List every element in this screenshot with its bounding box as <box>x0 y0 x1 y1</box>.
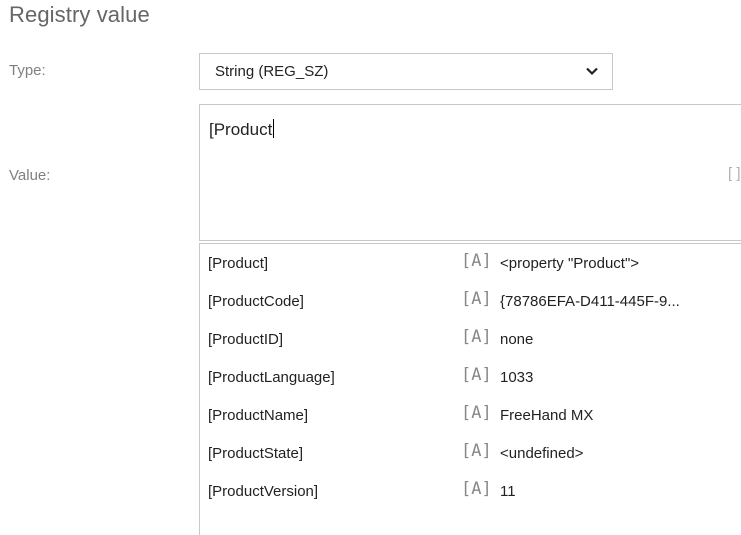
property-value: FreeHand MX <box>500 407 594 424</box>
list-item[interactable]: [ProductState] [A] <undefined> <box>200 434 741 472</box>
property-name: [ProductID] <box>208 331 284 348</box>
list-item[interactable]: [ProductID] [A] none <box>200 320 741 358</box>
list-item[interactable]: [ProductCode] [A] {78786EFA-D411-445F-9.… <box>200 282 741 320</box>
property-value: 1033 <box>500 369 534 386</box>
property-name: [Product] <box>208 255 269 272</box>
property-type-tag: [A] <box>461 479 492 499</box>
property-value: 11 <box>500 483 516 500</box>
type-select-value: String (REG_SZ) <box>215 63 329 80</box>
autocomplete-list: [Product] [A] <property "Product"> [Prod… <box>199 243 741 535</box>
property-name: [ProductCode] <box>208 293 304 310</box>
browse-property-button[interactable]: [ ] <box>728 165 741 182</box>
property-value: none <box>500 331 534 348</box>
value-input-content: [Product <box>209 120 273 139</box>
list-item[interactable]: [ProductLanguage] [A] 1033 <box>200 358 741 396</box>
property-name: [ProductVersion] <box>208 483 319 500</box>
property-name: [ProductState] <box>208 445 304 462</box>
property-name: [ProductName] <box>208 407 309 424</box>
type-label: Type: <box>9 62 46 79</box>
chevron-down-icon <box>586 67 598 76</box>
value-label: Value: <box>9 167 51 184</box>
property-name: [ProductLanguage] <box>208 369 335 386</box>
property-type-tag: [A] <box>461 289 492 309</box>
property-type-tag: [A] <box>461 365 492 385</box>
property-value: {78786EFA-D411-445F-9... <box>500 293 680 310</box>
type-select[interactable]: String (REG_SZ) <box>199 53 613 90</box>
registry-value-panel: Registry value Type: String (REG_SZ) Val… <box>0 0 741 535</box>
text-caret <box>273 119 275 138</box>
list-item[interactable]: [ProductVersion] [A] 11 <box>200 472 741 510</box>
value-input-text: [Product <box>209 119 275 140</box>
list-item[interactable]: [ProductName] [A] FreeHand MX <box>200 396 741 434</box>
list-item[interactable]: [Product] [A] <property "Product"> <box>200 244 741 282</box>
property-type-tag: [A] <box>461 327 492 347</box>
property-type-tag: [A] <box>461 251 492 271</box>
property-type-tag: [A] <box>461 403 492 423</box>
property-value: <undefined> <box>500 445 584 462</box>
value-input[interactable]: [Product [ ] <box>199 104 741 241</box>
property-type-tag: [A] <box>461 441 492 461</box>
property-value: <property "Product"> <box>500 255 640 272</box>
section-title: Registry value <box>9 2 150 27</box>
